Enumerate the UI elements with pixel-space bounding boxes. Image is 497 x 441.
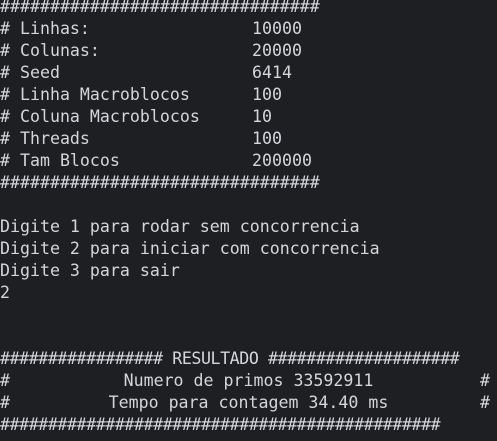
menu-option-1: Digite 1 para rodar sem concorrencia <box>0 217 360 236</box>
config-key: # Linha Macroblocos <box>0 85 190 104</box>
result-footer: ########################################… <box>0 415 441 434</box>
config-key: # Linhas: <box>0 19 90 38</box>
config-value: 10 <box>252 107 272 126</box>
config-key: # Seed <box>0 63 60 82</box>
config-bottom-border: ################################ <box>0 173 320 192</box>
config-key: # Coluna Macroblocos <box>0 107 200 126</box>
config-value: 100 <box>252 85 282 104</box>
result-primes-text: Numero de primos 33592911 <box>123 371 374 390</box>
config-row-tam-blocos: # Tam Blocos 200000 <box>0 150 497 172</box>
config-value: 6414 <box>252 63 292 82</box>
config-value: 10000 <box>252 19 302 38</box>
menu-option-2: Digite 2 para iniciar com concorrencia <box>0 239 380 258</box>
result-time-row: # Tempo para contagem 34.40 ms # <box>0 392 497 414</box>
config-row-seed: # Seed 6414 <box>0 62 497 84</box>
config-key: # Tam Blocos <box>0 151 120 170</box>
result-header: ################# RESULTADO ############… <box>0 348 497 370</box>
result-time-text: Tempo para contagem 34.40 ms <box>108 393 389 412</box>
config-row-linhas: # Linhas: 10000 <box>0 18 497 40</box>
user-input-line[interactable]: 2 <box>0 282 497 304</box>
config-key: # Colunas: <box>0 41 100 60</box>
result-primes-row: # Numero de primos 33592911 # <box>0 370 497 392</box>
menu-option-3: Digite 3 para sair <box>0 261 180 280</box>
config-value: 100 <box>252 129 282 148</box>
config-row-colunas: # Colunas: 20000 <box>0 40 497 62</box>
config-top-border: ################################ <box>0 0 320 16</box>
config-row-linha-macroblocos: # Linha Macroblocos 100 <box>0 84 497 106</box>
terminal-window[interactable]: ################################ # Linha… <box>0 0 497 441</box>
config-row-coluna-macroblocos: # Coluna Macroblocos 10 <box>0 106 497 128</box>
result-header-text: ################# RESULTADO ############… <box>0 349 460 368</box>
config-value: 200000 <box>252 151 312 170</box>
result-right-hash: # <box>480 393 490 412</box>
config-value: 20000 <box>252 41 302 60</box>
config-row-threads: # Threads 100 <box>0 128 497 150</box>
config-key: # Threads <box>0 129 90 148</box>
result-right-hash: # <box>480 371 490 390</box>
